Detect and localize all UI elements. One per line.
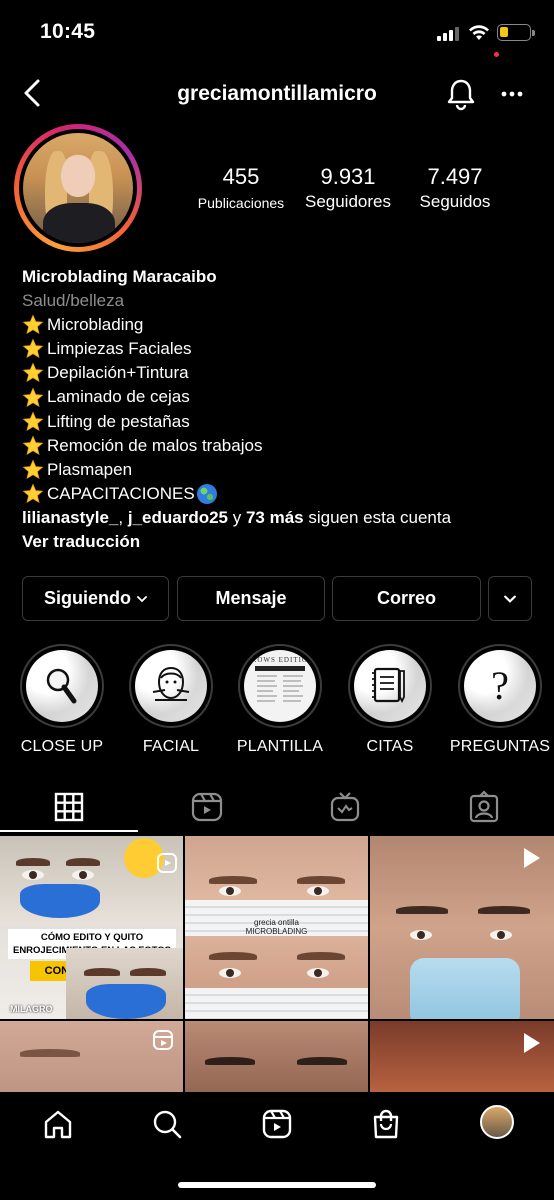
face-mask-icon	[152, 666, 190, 701]
following-count-value: 7.497	[427, 164, 483, 189]
highlight-facial[interactable]: FACIAL	[129, 644, 213, 756]
igtv-icon[interactable]	[328, 790, 362, 824]
search-icon[interactable]	[151, 1108, 183, 1140]
follower-link[interactable]: lilianastyle_	[22, 508, 118, 527]
posts-count-label: Publicaciones	[197, 195, 285, 211]
following-button-label: Siguiendo	[44, 588, 131, 608]
home-indicator[interactable]	[178, 1182, 376, 1188]
following-button[interactable]: Siguiendo	[22, 576, 169, 621]
svg-text:?: ?	[491, 663, 509, 708]
globe-emoji-icon	[196, 483, 217, 504]
bio-line: CAPACITACIONES	[22, 482, 542, 506]
profile-tabs	[0, 784, 554, 832]
highlight-label: PREGUNTAS	[449, 738, 551, 755]
highlight-close-up[interactable]: CLOSE UP	[20, 644, 104, 756]
profile-header: greciamontillamicro	[0, 66, 554, 122]
star-emoji-icon	[22, 483, 44, 503]
cover-text: BROWS EDITION	[245, 656, 315, 664]
star-emoji-icon	[22, 411, 44, 431]
bio-line: Microblading	[22, 313, 542, 337]
star-emoji-icon	[22, 362, 44, 383]
following-count-label: Seguidos	[419, 192, 491, 211]
notebook-pencil-icon	[372, 667, 405, 704]
bio-line: Plasmapen	[22, 458, 542, 482]
see-translation-link[interactable]: Ver traducción	[22, 530, 542, 554]
status-time: 10:45	[40, 20, 96, 43]
video-play-icon	[524, 1033, 540, 1053]
bio-line: Limpiezas Faciales	[22, 337, 542, 361]
reel-badge-icon	[153, 1030, 173, 1050]
more-options-icon[interactable]	[498, 80, 526, 108]
shop-bag-icon[interactable]	[370, 1108, 402, 1140]
post-thumbnail[interactable]	[0, 1021, 183, 1092]
bio-line: Remoción de malos trabajos	[22, 434, 542, 458]
post-thumbnail[interactable]	[370, 836, 554, 1019]
star-emoji-icon	[22, 459, 44, 479]
message-button[interactable]: Mensaje	[177, 576, 325, 621]
post-thumbnail[interactable]: grecia ontilla MICROBLADING	[185, 836, 368, 1019]
profile-avatar	[23, 133, 133, 243]
followers-count-label: Seguidores	[304, 192, 391, 211]
message-button-label: Mensaje	[215, 588, 287, 608]
chevron-down-icon	[137, 595, 147, 602]
posts-grid: CÓMO EDITO Y QUITO ENROJECIMIENTO EN LAS…	[0, 836, 554, 1092]
question-mark-icon: ?	[491, 663, 509, 708]
profile-bio: Microblading Maracaibo Salud/belleza Mic…	[22, 265, 542, 554]
post-tag: MILAGRO	[10, 1004, 53, 1014]
magnifier-icon	[46, 668, 77, 704]
post-thumbnail[interactable]: CÓMO EDITO Y QUITO ENROJECIMIENTO EN LAS…	[0, 836, 183, 1019]
highlight-label: PLANTILLA	[236, 738, 324, 755]
highlight-plantilla[interactable]: BROWS EDITION PLANTILLA	[237, 644, 323, 756]
reels-icon[interactable]	[261, 1108, 293, 1140]
bio-line: Laminado de cejas	[22, 385, 542, 409]
highlight-label: CITAS	[366, 738, 414, 755]
highlight-preguntas[interactable]: ? PREGUNTAS	[450, 644, 550, 756]
video-play-icon	[524, 848, 540, 868]
profile-name: Microblading Maracaibo	[22, 267, 217, 286]
status-bar: 10:45	[0, 0, 554, 66]
battery-level	[500, 27, 509, 37]
star-emoji-icon	[22, 338, 44, 359]
grid-icon[interactable]	[52, 790, 86, 824]
bio-line: Depilación+Tintura	[22, 361, 542, 385]
highlight-label: CLOSE UP	[20, 738, 104, 755]
email-button-label: Correo	[376, 588, 436, 608]
post-thumbnail[interactable]	[370, 1021, 554, 1092]
profile-tab-avatar[interactable]	[480, 1105, 514, 1139]
reels-icon[interactable]	[190, 790, 224, 824]
email-button[interactable]: Correo	[332, 576, 481, 621]
battery-icon	[497, 24, 535, 41]
star-emoji-icon	[22, 387, 44, 407]
notification-dot	[494, 52, 499, 57]
follower-link[interactable]: j_eduardo25	[128, 508, 228, 527]
suggested-accounts-button[interactable]	[488, 576, 532, 621]
followers-count[interactable]: 9.931 Seguidores	[296, 164, 400, 212]
reel-badge-icon	[157, 853, 177, 873]
more-followers-link[interactable]: 73 más	[246, 508, 304, 527]
profile-category[interactable]: Salud/belleza	[22, 289, 542, 313]
tagged-icon[interactable]	[467, 790, 501, 824]
home-icon[interactable]	[42, 1108, 74, 1140]
cellular-signal-icon	[437, 26, 459, 41]
following-count[interactable]: 7.497 Seguidos	[408, 164, 502, 212]
notification-bell-icon[interactable]	[444, 77, 478, 111]
followed-by-text[interactable]: lilianastyle_, j_eduardo25 y 73 más sigu…	[22, 506, 542, 530]
highlight-label: FACIAL	[142, 738, 200, 755]
posts-count-value: 455	[222, 164, 260, 189]
story-ring[interactable]	[14, 124, 142, 252]
post-thumbnail[interactable]	[185, 1021, 368, 1092]
star-emoji-icon	[22, 314, 44, 335]
followers-count-value: 9.931	[320, 164, 376, 189]
posts-count[interactable]: 455 Publicaciones	[188, 164, 294, 211]
template-sheet-icon	[255, 666, 305, 702]
highlight-citas[interactable]: CITAS	[348, 644, 432, 756]
active-tab-indicator	[0, 830, 138, 832]
bio-line: Lifting de pestañas	[22, 410, 542, 434]
wifi-icon	[469, 25, 489, 40]
post-watermark: grecia ontilla MICROBLADING	[245, 918, 308, 936]
star-emoji-icon	[22, 435, 44, 455]
chevron-down-icon	[504, 595, 516, 603]
